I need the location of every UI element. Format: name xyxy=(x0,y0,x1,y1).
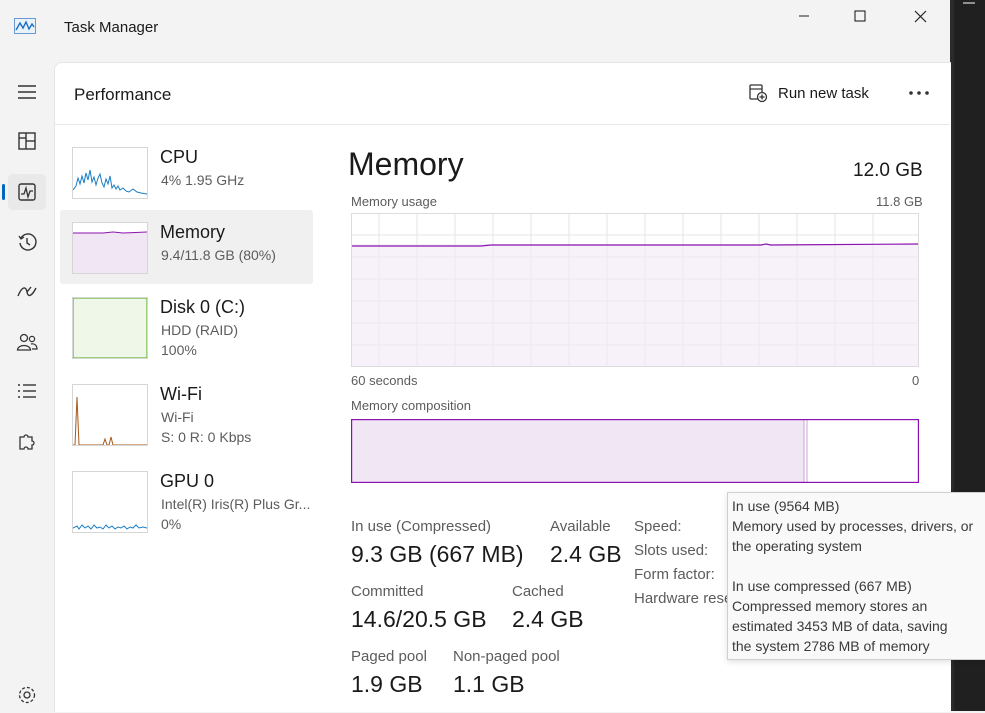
background-menu-icon xyxy=(963,2,975,4)
time-axis-left-label: 60 seconds xyxy=(351,373,418,388)
sidebar-item-detail: HDD (RAID) xyxy=(161,322,238,338)
sidebar-item-detail-2: 0% xyxy=(161,516,182,532)
sidebar-item-detail: 9.4/11.8 GB (80%) xyxy=(161,247,276,263)
sidebar-item-wifi[interactable]: Wi-Fi Wi-Fi S: 0 R: 0 Kbps xyxy=(60,372,313,446)
nav-details[interactable] xyxy=(8,373,46,409)
memory-total: 12.0 GB xyxy=(853,160,923,181)
window-title: Task Manager xyxy=(64,19,159,36)
memory-usage-label: Memory usage xyxy=(351,194,437,209)
memory-usage-max: 11.8 GB xyxy=(876,194,923,209)
services-puzzle-icon xyxy=(19,434,35,450)
nonpaged-pool-value: 1.1 GB xyxy=(453,671,525,697)
sidebar-item-memory[interactable]: Memory 9.4/11.8 GB (80%) xyxy=(60,210,313,284)
history-icon xyxy=(18,233,37,251)
close-icon xyxy=(914,10,926,22)
tooltip-line: Memory used by processes, drivers, or xyxy=(732,518,974,534)
paged-pool-value: 1.9 GB xyxy=(351,671,423,697)
gear-icon xyxy=(18,686,36,704)
available-value: 2.4 GB xyxy=(550,541,622,567)
memory-usage-graph xyxy=(351,213,919,367)
sidebar-item-detail-2: 100% xyxy=(161,342,197,358)
sidebar-item-name: GPU 0 xyxy=(160,471,215,491)
tooltip-line: the system 2786 MB of memory xyxy=(732,638,930,654)
composition-in-use-segment xyxy=(351,419,804,483)
gpu-thumbnail-graph xyxy=(72,471,148,533)
cpu-thumbnail-graph xyxy=(72,147,148,199)
details-list-icon xyxy=(18,384,36,398)
paged-pool-label: Paged pool xyxy=(351,648,427,665)
sidebar-item-name: Wi-Fi xyxy=(160,384,202,404)
cached-label: Cached xyxy=(512,583,564,600)
nav-users[interactable] xyxy=(8,324,46,360)
task-manager-app-icon xyxy=(14,18,36,34)
sidebar-item-name: CPU xyxy=(160,147,199,167)
committed-value: 14.6/20.5 GB xyxy=(351,606,487,632)
minimize-icon xyxy=(799,15,809,17)
cached-value: 2.4 GB xyxy=(512,606,584,632)
sidebar-item-detail: Wi-Fi xyxy=(161,409,194,425)
nonpaged-pool-label: Non-paged pool xyxy=(453,648,560,665)
hamburger-icon xyxy=(18,85,36,99)
nav-app-history[interactable] xyxy=(8,224,46,260)
tooltip-line: In use compressed (667 MB) xyxy=(732,578,912,594)
sidebar-item-name: Disk 0 (C:) xyxy=(160,297,245,317)
composition-tooltip: In use (9564 MB) Memory used by processe… xyxy=(727,492,985,660)
tooltip-line: the operating system xyxy=(732,538,862,554)
nav-processes[interactable] xyxy=(8,123,46,159)
run-new-task-label: Run new task xyxy=(778,84,869,102)
startup-icon xyxy=(17,286,37,297)
memory-usage-fill xyxy=(351,244,919,367)
time-axis-right-label: 0 xyxy=(912,373,920,388)
disk-thumbnail-graph xyxy=(72,297,148,359)
sidebar-item-detail: Intel(R) Iris(R) Plus Gr... xyxy=(161,496,311,512)
slots-used-label: Slots used: xyxy=(634,542,709,559)
close-button[interactable] xyxy=(897,4,943,28)
sidebar-item-name: Memory xyxy=(160,222,226,242)
run-new-task-button[interactable]: Run new task xyxy=(748,80,869,106)
run-new-task-icon xyxy=(749,84,768,103)
nav-startup-apps[interactable] xyxy=(8,274,46,310)
nav-services[interactable] xyxy=(8,423,46,459)
nav-performance[interactable] xyxy=(2,174,46,210)
nav-settings[interactable] xyxy=(8,677,46,713)
memory-thumbnail-graph xyxy=(72,222,148,274)
more-dots-icon xyxy=(909,91,929,95)
speed-label: Speed: xyxy=(634,518,682,535)
available-label: Available xyxy=(550,518,611,535)
navigation-rail xyxy=(0,56,54,711)
sidebar-item-detail: 4% 1.95 GHz xyxy=(161,172,245,188)
memory-title: Memory xyxy=(348,146,464,182)
title-bar: Task Manager xyxy=(0,0,950,56)
tooltip-line: Compressed memory stores an xyxy=(732,598,928,614)
sidebar-item-gpu[interactable]: GPU 0 Intel(R) Iris(R) Plus Gr... 0% xyxy=(60,459,313,533)
form-factor-label: Form factor: xyxy=(634,566,715,583)
sidebar-item-disk[interactable]: Disk 0 (C:) HDD (RAID) 100% xyxy=(60,285,313,359)
more-options-button[interactable] xyxy=(904,80,934,106)
tooltip-line: In use (9564 MB) xyxy=(732,498,840,514)
minimize-button[interactable] xyxy=(781,4,827,28)
tooltip-line: estimated 3453 MB of data, saving xyxy=(732,618,948,634)
memory-composition-bar xyxy=(351,419,919,483)
memory-composition-label: Memory composition xyxy=(351,398,471,413)
sidebar-item-detail-2: S: 0 R: 0 Kbps xyxy=(161,429,252,445)
sidebar-item-cpu[interactable]: CPU 4% 1.95 GHz xyxy=(60,135,313,209)
wifi-thumbnail-graph xyxy=(72,384,148,446)
in-use-value: 9.3 GB (667 MB) xyxy=(351,541,524,567)
maximize-button[interactable] xyxy=(837,4,883,28)
users-icon xyxy=(16,333,38,351)
processes-icon xyxy=(18,132,36,150)
in-use-label: In use (Compressed) xyxy=(351,518,492,535)
performance-icon xyxy=(18,183,36,201)
page-title: Performance xyxy=(74,85,172,104)
committed-label: Committed xyxy=(351,583,424,600)
hamburger-menu-button[interactable] xyxy=(8,74,46,110)
hardware-reserved-label: Hardware rese xyxy=(634,590,733,607)
maximize-icon xyxy=(854,10,866,22)
